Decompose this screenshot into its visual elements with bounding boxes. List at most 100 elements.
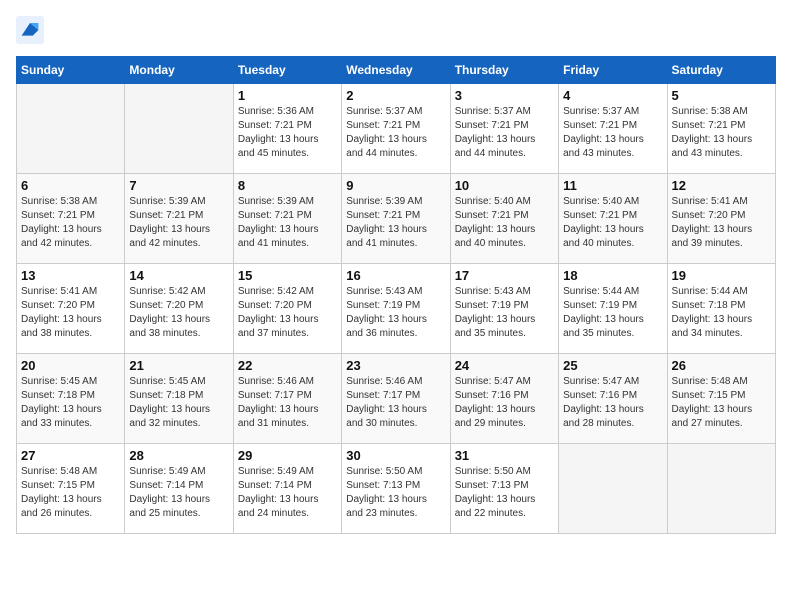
day-cell <box>559 444 667 534</box>
day-number: 31 <box>455 448 554 463</box>
logo-icon <box>16 16 44 44</box>
day-cell: 16Sunrise: 5:43 AM Sunset: 7:19 PM Dayli… <box>342 264 450 354</box>
day-cell: 26 Sunrise: 5:48 AM Sunset: 7:15 PM Dayli… <box>667 354 775 444</box>
day-number: 15 <box>238 268 337 283</box>
day-info: Sunrise: 5:45 AM Sunset: 7:18 PM Dayligh… <box>129 375 228 431</box>
day-info: Sunrise: 5:43 AM Sunset: 7:19 PM Dayligh… <box>346 285 445 341</box>
day-cell: 3 Sunrise: 5:37 AM Sunset: 7:21 PM Daylig… <box>450 84 558 174</box>
day-info: Sunrise: 5:45 AM Sunset: 7:18 PM Dayligh… <box>21 375 120 431</box>
day-info: Sunrise: 5:42 AM Sunset: 7:20 PM Dayligh… <box>129 285 228 341</box>
day-cell: 10 Sunrise: 5:40 AM Sunset: 7:21 PM Dayli… <box>450 174 558 264</box>
day-info: Sunrise: 5:41 AM Sunset: 7:20 PM Dayligh… <box>672 195 771 251</box>
day-number: 21 <box>129 358 228 373</box>
header-tuesday: Tuesday <box>233 57 341 84</box>
week-row-2: 13 Sunrise: 5:41 AM Sunset: 7:20 PM Dayli… <box>17 264 776 354</box>
day-info: Sunrise: 5:42 AM Sunset: 7:20 PM Dayligh… <box>238 285 337 341</box>
week-row-4: 27 Sunrise: 5:48 AM Sunset: 7:15 PM Dayli… <box>17 444 776 534</box>
day-number: 27 <box>21 448 120 463</box>
day-cell: 13 Sunrise: 5:41 AM Sunset: 7:20 PM Dayli… <box>17 264 125 354</box>
header-monday: Monday <box>125 57 233 84</box>
day-cell: 21 Sunrise: 5:45 AM Sunset: 7:18 PM Dayli… <box>125 354 233 444</box>
day-number: 13 <box>21 268 120 283</box>
day-info: Sunrise: 5:38 AM Sunset: 7:21 PM Dayligh… <box>672 105 771 161</box>
header-row: SundayMondayTuesdayWednesdayThursdayFrid… <box>17 57 776 84</box>
day-info: Sunrise: 5:49 AM Sunset: 7:14 PM Dayligh… <box>129 465 228 521</box>
day-cell: 15 Sunrise: 5:42 AM Sunset: 7:20 PM Dayli… <box>233 264 341 354</box>
week-row-0: 1 Sunrise: 5:36 AM Sunset: 7:21 PM Daylig… <box>17 84 776 174</box>
day-cell: 14 Sunrise: 5:42 AM Sunset: 7:20 PM Dayli… <box>125 264 233 354</box>
day-info: Sunrise: 5:43 AM Sunset: 7:19 PM Dayligh… <box>455 285 554 341</box>
header-thursday: Thursday <box>450 57 558 84</box>
week-row-3: 20 Sunrise: 5:45 AM Sunset: 7:18 PM Dayli… <box>17 354 776 444</box>
day-number: 17 <box>455 268 554 283</box>
day-number: 26 <box>672 358 771 373</box>
day-cell: 17 Sunrise: 5:43 AM Sunset: 7:19 PM Dayli… <box>450 264 558 354</box>
day-number: 2 <box>346 88 445 103</box>
day-number: 19 <box>672 268 771 283</box>
day-number: 29 <box>238 448 337 463</box>
day-info: Sunrise: 5:37 AM Sunset: 7:21 PM Dayligh… <box>346 105 445 161</box>
day-number: 20 <box>21 358 120 373</box>
day-info: Sunrise: 5:49 AM Sunset: 7:14 PM Dayligh… <box>238 465 337 521</box>
day-number: 24 <box>455 358 554 373</box>
day-cell: 1 Sunrise: 5:36 AM Sunset: 7:21 PM Daylig… <box>233 84 341 174</box>
logo <box>16 16 48 44</box>
day-cell <box>17 84 125 174</box>
header-friday: Friday <box>559 57 667 84</box>
day-cell: 25 Sunrise: 5:47 AM Sunset: 7:16 PM Dayli… <box>559 354 667 444</box>
day-info: Sunrise: 5:48 AM Sunset: 7:15 PM Dayligh… <box>21 465 120 521</box>
day-cell: 5 Sunrise: 5:38 AM Sunset: 7:21 PM Daylig… <box>667 84 775 174</box>
day-info: Sunrise: 5:46 AM Sunset: 7:17 PM Dayligh… <box>346 375 445 431</box>
day-info: Sunrise: 5:39 AM Sunset: 7:21 PM Dayligh… <box>346 195 445 251</box>
day-cell: 4Sunrise: 5:37 AM Sunset: 7:21 PM Daylig… <box>559 84 667 174</box>
page-header <box>16 16 776 44</box>
day-number: 25 <box>563 358 662 373</box>
day-number: 14 <box>129 268 228 283</box>
day-info: Sunrise: 5:44 AM Sunset: 7:18 PM Dayligh… <box>672 285 771 341</box>
day-info: Sunrise: 5:50 AM Sunset: 7:13 PM Dayligh… <box>346 465 445 521</box>
day-info: Sunrise: 5:50 AM Sunset: 7:13 PM Dayligh… <box>455 465 554 521</box>
day-cell: 8 Sunrise: 5:39 AM Sunset: 7:21 PM Daylig… <box>233 174 341 264</box>
day-number: 10 <box>455 178 554 193</box>
day-cell: 6 Sunrise: 5:38 AM Sunset: 7:21 PM Daylig… <box>17 174 125 264</box>
day-info: Sunrise: 5:40 AM Sunset: 7:21 PM Dayligh… <box>455 195 554 251</box>
day-info: Sunrise: 5:38 AM Sunset: 7:21 PM Dayligh… <box>21 195 120 251</box>
day-info: Sunrise: 5:37 AM Sunset: 7:21 PM Dayligh… <box>455 105 554 161</box>
day-number: 6 <box>21 178 120 193</box>
day-number: 3 <box>455 88 554 103</box>
day-info: Sunrise: 5:48 AM Sunset: 7:15 PM Dayligh… <box>672 375 771 431</box>
day-cell <box>667 444 775 534</box>
day-info: Sunrise: 5:39 AM Sunset: 7:21 PM Dayligh… <box>238 195 337 251</box>
day-cell: 28Sunrise: 5:49 AM Sunset: 7:14 PM Dayli… <box>125 444 233 534</box>
day-number: 8 <box>238 178 337 193</box>
day-number: 12 <box>672 178 771 193</box>
day-number: 30 <box>346 448 445 463</box>
header-sunday: Sunday <box>17 57 125 84</box>
calendar-table: SundayMondayTuesdayWednesdayThursdayFrid… <box>16 56 776 534</box>
day-cell: 30 Sunrise: 5:50 AM Sunset: 7:13 PM Dayli… <box>342 444 450 534</box>
day-cell: 19 Sunrise: 5:44 AM Sunset: 7:18 PM Dayli… <box>667 264 775 354</box>
day-cell: 2 Sunrise: 5:37 AM Sunset: 7:21 PM Daylig… <box>342 84 450 174</box>
day-number: 5 <box>672 88 771 103</box>
day-info: Sunrise: 5:36 AM Sunset: 7:21 PM Dayligh… <box>238 105 337 161</box>
day-cell: 18Sunrise: 5:44 AM Sunset: 7:19 PM Dayli… <box>559 264 667 354</box>
day-cell: 29 Sunrise: 5:49 AM Sunset: 7:14 PM Dayli… <box>233 444 341 534</box>
day-info: Sunrise: 5:44 AM Sunset: 7:19 PM Dayligh… <box>563 285 662 341</box>
day-number: 23 <box>346 358 445 373</box>
week-row-1: 6 Sunrise: 5:38 AM Sunset: 7:21 PM Daylig… <box>17 174 776 264</box>
day-cell: 11Sunrise: 5:40 AM Sunset: 7:21 PM Dayli… <box>559 174 667 264</box>
day-cell: 22Sunrise: 5:46 AM Sunset: 7:17 PM Dayli… <box>233 354 341 444</box>
day-cell: 20 Sunrise: 5:45 AM Sunset: 7:18 PM Dayli… <box>17 354 125 444</box>
day-info: Sunrise: 5:47 AM Sunset: 7:16 PM Dayligh… <box>563 375 662 431</box>
header-saturday: Saturday <box>667 57 775 84</box>
day-cell: 9Sunrise: 5:39 AM Sunset: 7:21 PM Daylig… <box>342 174 450 264</box>
day-cell <box>125 84 233 174</box>
day-info: Sunrise: 5:41 AM Sunset: 7:20 PM Dayligh… <box>21 285 120 341</box>
day-info: Sunrise: 5:46 AM Sunset: 7:17 PM Dayligh… <box>238 375 337 431</box>
header-wednesday: Wednesday <box>342 57 450 84</box>
day-number: 1 <box>238 88 337 103</box>
day-info: Sunrise: 5:40 AM Sunset: 7:21 PM Dayligh… <box>563 195 662 251</box>
day-info: Sunrise: 5:47 AM Sunset: 7:16 PM Dayligh… <box>455 375 554 431</box>
day-number: 7 <box>129 178 228 193</box>
day-cell: 23 Sunrise: 5:46 AM Sunset: 7:17 PM Dayli… <box>342 354 450 444</box>
